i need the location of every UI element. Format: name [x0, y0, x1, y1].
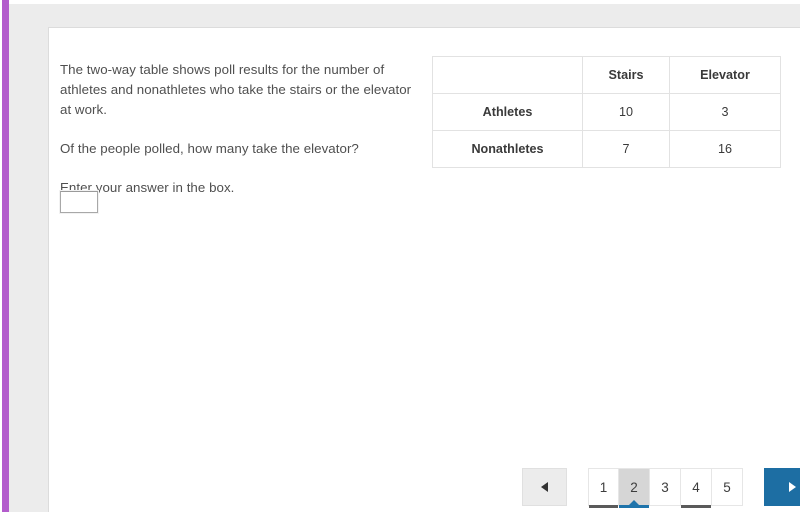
- two-way-table-wrapper: Stairs Elevator Athletes 10 3 Nonathlete…: [432, 56, 781, 168]
- table-row: Athletes 10 3: [432, 93, 781, 131]
- question-paragraph-1: The two-way table shows poll results for…: [60, 62, 412, 117]
- page-button-4[interactable]: 4: [681, 468, 712, 508]
- question-card: The two-way table shows poll results for…: [48, 27, 800, 512]
- page-button-label: 1: [599, 479, 608, 495]
- page-button-label: 5: [723, 479, 731, 495]
- next-page-button[interactable]: [764, 468, 800, 506]
- table-cell-nonathletes-stairs: 7: [582, 130, 670, 168]
- table-row: Nonathletes 7 16: [432, 130, 781, 168]
- question-paragraph-2: Of the people polled, how many take the …: [60, 141, 359, 156]
- table-cell-athletes-elevator: 3: [669, 93, 781, 131]
- page-current-underline: [619, 505, 649, 508]
- table-header-elevator: Elevator: [669, 56, 781, 94]
- page-button-1[interactable]: 1: [588, 468, 619, 508]
- answer-input[interactable]: [60, 191, 98, 213]
- page-number-group: 1 2 3 4 5: [588, 468, 743, 508]
- table-header-stairs: Stairs: [582, 56, 670, 94]
- page-button-5[interactable]: 5: [712, 468, 743, 506]
- left-accent-bar: [2, 0, 9, 512]
- page-button-label: 2: [630, 479, 638, 495]
- two-way-table: Stairs Elevator Athletes 10 3 Nonathlete…: [432, 56, 781, 168]
- page-button-2[interactable]: 2: [619, 468, 650, 508]
- table-header-row: Stairs Elevator: [432, 56, 781, 94]
- page-button-label: 4: [692, 479, 700, 495]
- app-root: The two-way table shows poll results for…: [0, 0, 800, 512]
- table-corner-cell: [432, 56, 583, 94]
- triangle-right-icon: [789, 482, 796, 492]
- table-cell-athletes-stairs: 10: [582, 93, 670, 131]
- page-visited-underline: [681, 505, 711, 508]
- page-button-label: 3: [661, 479, 669, 495]
- question-paragraph-3: Enter your answer in the box.: [60, 180, 235, 195]
- answer-input-wrapper: [60, 191, 98, 213]
- page-visited-underline: [589, 505, 618, 508]
- page-button-3[interactable]: 3: [650, 468, 681, 506]
- previous-page-button[interactable]: [522, 468, 567, 506]
- question-text-block: The two-way table shows poll results for…: [60, 60, 420, 198]
- table-rowheader-nonathletes: Nonathletes: [432, 130, 583, 168]
- pagination: 1 2 3 4 5: [522, 468, 800, 508]
- table-rowheader-athletes: Athletes: [432, 93, 583, 131]
- triangle-left-icon: [541, 482, 548, 492]
- table-cell-nonathletes-elevator: 16: [669, 130, 781, 168]
